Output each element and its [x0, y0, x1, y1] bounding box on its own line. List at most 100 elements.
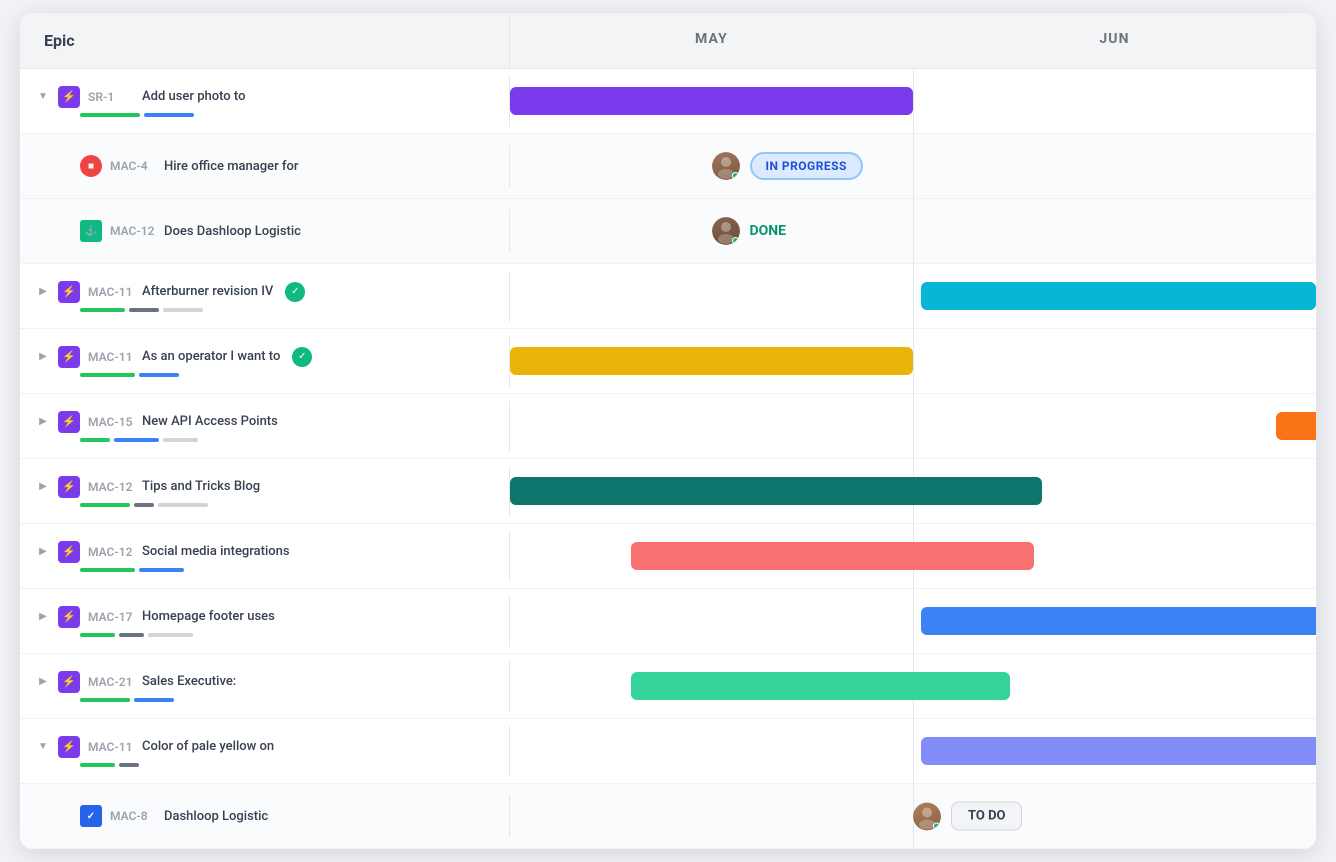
table-row: ▶ ⚡ MAC-12 Social media integrations [20, 524, 1316, 589]
month-divider [913, 69, 914, 133]
chevron-down-icon[interactable]: ▼ [36, 740, 50, 754]
progress-bar [80, 763, 115, 767]
gantt-table: Epic MAY JUN ▼ ⚡ SR-1 Add user photo to [20, 13, 1316, 849]
timeline-inner [510, 524, 1316, 588]
epic-cell: ▶ ⚡ MAC-11 As an operator I want to ✓ [20, 336, 510, 387]
status-row: TO DO [913, 802, 1022, 831]
chevron-right-icon[interactable]: ▶ [36, 675, 50, 689]
gantt-bar [921, 607, 1316, 635]
progress-bar [144, 113, 194, 117]
lightning-icon: ⚡ [62, 740, 76, 753]
progress-bar [129, 308, 159, 312]
timeline-cell: TO DO [510, 784, 1316, 848]
anchor-icon: ⚓ [85, 226, 97, 237]
status-badge: DONE [750, 223, 787, 239]
chevron-down-icon[interactable]: ▼ [36, 90, 50, 104]
table-row: ✓ MAC-8 Dashloop Logistic [20, 784, 1316, 849]
month-divider [913, 134, 914, 198]
lightning-icon: ⚡ [62, 285, 76, 298]
ticket-id: MAC-11 [88, 350, 134, 364]
gantt-bar [631, 672, 1010, 700]
gantt-chart: Epic MAY JUN ▼ ⚡ SR-1 Add user photo to [20, 13, 1316, 849]
chevron-right-icon[interactable]: ▶ [36, 480, 50, 494]
avatar [913, 802, 941, 830]
status-row: IN PROGRESS [712, 152, 863, 180]
table-row: ▼ ⚡ MAC-11 Color of pale yellow on [20, 719, 1316, 784]
timeline-cell [510, 719, 1316, 783]
timeline-inner [510, 654, 1316, 718]
timeline-inner [510, 459, 1316, 523]
epic-cell: ▼ ⚡ SR-1 Add user photo to [20, 76, 510, 127]
epic-cell-inner: ▶ ⚡ MAC-12 Tips and Tricks Blog [36, 476, 493, 498]
progress-bars [36, 568, 493, 572]
epic-type-icon: ⚡ [58, 606, 80, 628]
lightning-icon: ⚡ [62, 675, 76, 688]
table-row: ▶ ⚡ MAC-12 Tips and Tricks Blog [20, 459, 1316, 524]
progress-bars [36, 503, 493, 507]
epic-cell-inner: ✓ MAC-8 Dashloop Logistic [36, 805, 493, 827]
chevron-right-icon[interactable]: ▶ [36, 285, 50, 299]
timeline-inner [510, 719, 1316, 783]
jun-column-header: JUN [913, 13, 1316, 68]
epic-cell: ✓ MAC-8 Dashloop Logistic [20, 795, 510, 837]
epic-title: Dashloop Logistic [164, 809, 268, 824]
progress-bar [80, 113, 140, 117]
gantt-bar [921, 282, 1316, 310]
timeline-inner [510, 69, 1316, 133]
checkmark-icon: ✓ [291, 286, 299, 297]
epic-type-icon: ■ [80, 155, 102, 177]
timeline-cell: IN PROGRESS [510, 134, 1316, 198]
timeline-cell [510, 264, 1316, 328]
status-badge: TO DO [951, 802, 1022, 831]
done-badge: ✓ [292, 347, 312, 367]
epic-cell: ▶ ⚡ MAC-12 Social media integrations [20, 531, 510, 582]
epic-type-icon: ⚡ [58, 671, 80, 693]
progress-bar [163, 308, 203, 312]
progress-bar [119, 633, 144, 637]
gantt-bar [510, 87, 913, 115]
ticket-id: MAC-12 [110, 224, 156, 238]
avatar-online-dot [732, 172, 739, 179]
month-divider [913, 394, 914, 458]
progress-bar [80, 373, 135, 377]
progress-bar [139, 568, 184, 572]
epic-cell-inner: ▼ ⚡ SR-1 Add user photo to [36, 86, 493, 108]
progress-bars [36, 698, 493, 702]
month-divider [913, 329, 914, 393]
table-row: ▶ ⚡ MAC-17 Homepage footer uses [20, 589, 1316, 654]
ticket-id: MAC-8 [110, 809, 156, 823]
stop-icon: ■ [88, 161, 94, 172]
epic-type-icon: ⚡ [58, 281, 80, 303]
timeline-cell [510, 589, 1316, 653]
table-row: ▶ ⚡ MAC-11 As an operator I want to ✓ [20, 329, 1316, 394]
epic-cell-inner: ▶ ⚡ MAC-11 As an operator I want to ✓ [36, 346, 493, 368]
epic-cell: ▶ ⚡ MAC-17 Homepage footer uses [20, 596, 510, 647]
avatar [712, 217, 740, 245]
month-divider [913, 199, 914, 263]
may-column-header: MAY [510, 13, 913, 68]
ticket-id: MAC-21 [88, 675, 134, 689]
epic-title: Hire office manager for [164, 159, 299, 174]
lightning-icon: ⚡ [62, 415, 76, 428]
ticket-id: MAC-11 [88, 285, 134, 299]
progress-bars [36, 633, 493, 637]
timeline-inner: IN PROGRESS [510, 134, 1316, 198]
table-row: ▼ ⚡ SR-1 Add user photo to [20, 69, 1316, 134]
chevron-right-icon[interactable]: ▶ [36, 610, 50, 624]
timeline-cell [510, 69, 1316, 133]
gantt-header: Epic MAY JUN [20, 13, 1316, 69]
chevron-right-icon[interactable]: ▶ [36, 350, 50, 364]
lightning-icon: ⚡ [62, 90, 76, 103]
status-badge: IN PROGRESS [750, 152, 863, 180]
progress-bar [134, 503, 154, 507]
chevron-right-icon[interactable]: ▶ [36, 415, 50, 429]
timeline-cell [510, 459, 1316, 523]
ticket-id: SR-1 [88, 90, 134, 104]
epic-cell-inner: ⚓ MAC-12 Does Dashloop Logistic [36, 220, 493, 242]
chevron-right-icon[interactable]: ▶ [36, 545, 50, 559]
epic-cell: ⚓ MAC-12 Does Dashloop Logistic [20, 210, 510, 252]
progress-bar [158, 503, 208, 507]
progress-bar [114, 438, 159, 442]
status-row: DONE [712, 217, 787, 245]
month-divider [913, 264, 914, 328]
